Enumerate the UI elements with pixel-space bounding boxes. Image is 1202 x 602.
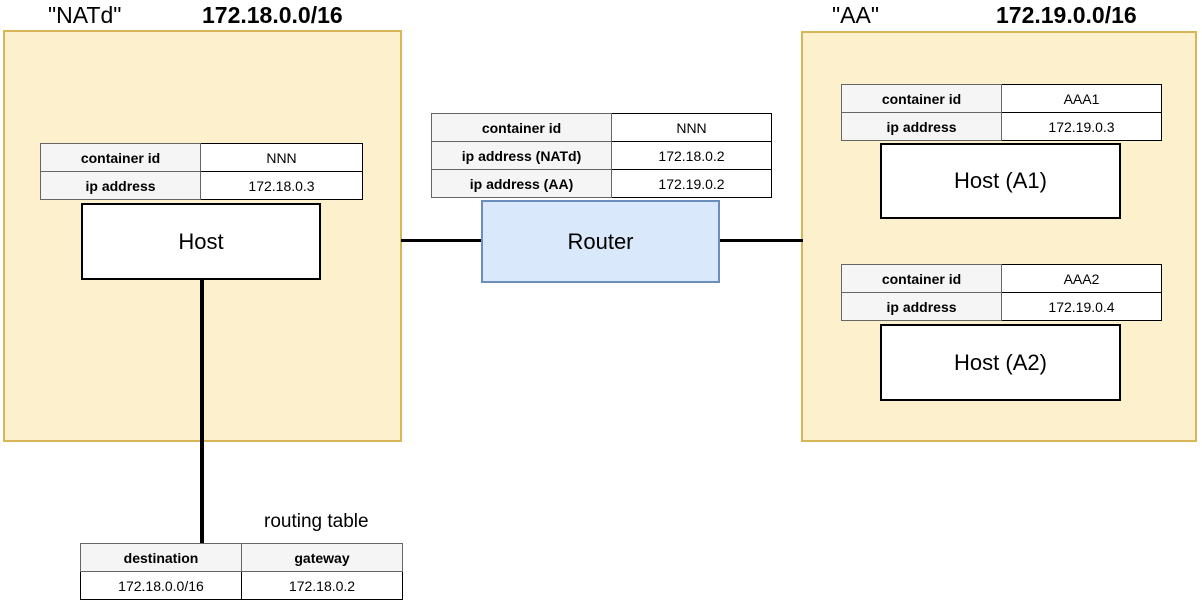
link-router-aa xyxy=(719,239,803,242)
info-value: AAA1 xyxy=(1001,84,1162,113)
info-key: container id xyxy=(841,264,1002,293)
info-key: ip address (AA) xyxy=(431,169,612,198)
table-row: ip address (NATd) 172.18.0.2 xyxy=(431,141,772,170)
info-value: NNN xyxy=(200,143,363,172)
info-value: 172.19.0.3 xyxy=(1001,112,1162,141)
info-value: 172.18.0.3 xyxy=(200,171,363,200)
node-host-a2-label: Host (A2) xyxy=(954,349,1047,375)
table-row: container id NNN xyxy=(431,113,772,142)
table-row: container id AAA1 xyxy=(841,84,1162,113)
routing-table-caption: routing table xyxy=(264,511,369,532)
node-host-a1[interactable]: Host (A1) xyxy=(880,143,1121,219)
link-host-routing-table xyxy=(200,279,204,544)
table-row: ip address 172.19.0.3 xyxy=(841,112,1162,141)
table-row: ip address 172.19.0.4 xyxy=(841,292,1162,321)
routing-cell-destination: 172.18.0.0/16 xyxy=(80,571,242,600)
routing-table: destination gateway 172.18.0.0/16 172.18… xyxy=(80,543,403,600)
info-key: ip address xyxy=(841,292,1002,321)
table-row: container id AAA2 xyxy=(841,264,1162,293)
info-value: 172.19.0.4 xyxy=(1001,292,1162,321)
table-header-row: destination gateway xyxy=(80,543,403,572)
node-host-natd[interactable]: Host xyxy=(81,203,321,280)
routing-column-gateway: gateway xyxy=(241,543,403,572)
network-label-aa: "AA" xyxy=(832,2,880,28)
table-row: ip address 172.18.0.3 xyxy=(40,171,363,200)
info-key: ip address xyxy=(40,171,201,200)
network-cidr-aa: 172.19.0.0/16 xyxy=(996,2,1137,28)
node-host-a2[interactable]: Host (A2) xyxy=(880,324,1121,401)
info-value: NNN xyxy=(611,113,772,142)
info-key: ip address (NATd) xyxy=(431,141,612,170)
table-row: ip address (AA) 172.19.0.2 xyxy=(431,169,772,198)
table-row: container id NNN xyxy=(40,143,363,172)
info-key: container id xyxy=(841,84,1002,113)
link-natd-router xyxy=(401,239,483,242)
node-router-label: Router xyxy=(567,228,634,254)
network-label-natd: "NATd" xyxy=(48,2,122,28)
table-row: 172.18.0.0/16 172.18.0.2 xyxy=(80,571,403,600)
node-router[interactable]: Router xyxy=(481,200,720,283)
routing-cell-gateway: 172.18.0.2 xyxy=(241,571,403,600)
network-cidr-natd: 172.18.0.0/16 xyxy=(202,2,343,28)
network-diagram: "NATd" 172.18.0.0/16 "AA" 172.19.0.0/16 … xyxy=(0,0,1202,602)
info-key: ip address xyxy=(841,112,1002,141)
info-key: container id xyxy=(40,143,201,172)
info-table-router: container id NNN ip address (NATd) 172.1… xyxy=(431,113,772,198)
info-value: AAA2 xyxy=(1001,264,1162,293)
info-value: 172.18.0.2 xyxy=(611,141,772,170)
info-table-host-a1: container id AAA1 ip address 172.19.0.3 xyxy=(841,84,1162,141)
node-host-a1-label: Host (A1) xyxy=(954,168,1047,193)
node-host-natd-label: Host xyxy=(178,228,224,254)
info-table-host-natd: container id NNN ip address 172.18.0.3 xyxy=(40,143,363,200)
info-table-host-a2: container id AAA2 ip address 172.19.0.4 xyxy=(841,264,1162,321)
info-key: container id xyxy=(431,113,612,142)
routing-column-destination: destination xyxy=(80,543,242,572)
info-value: 172.19.0.2 xyxy=(611,169,772,198)
